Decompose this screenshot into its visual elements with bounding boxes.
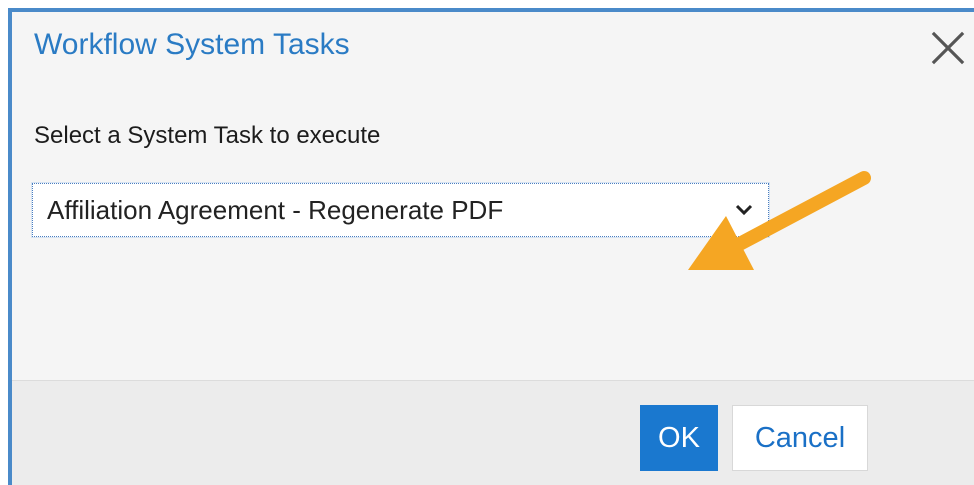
workflow-system-tasks-dialog: Workflow System Tasks Select a System Ta…: [8, 8, 974, 485]
close-button[interactable]: [928, 28, 974, 74]
dialog-title: Workflow System Tasks: [34, 28, 350, 61]
close-icon: [931, 31, 965, 65]
pointer-arrow-icon: [688, 171, 871, 270]
system-task-select[interactable]: Affiliation Agreement - Regenerate PDF: [31, 182, 770, 238]
dialog-footer: OK Cancel: [12, 380, 974, 485]
task-select-label: Select a System Task to execute: [34, 122, 381, 149]
dialog-body: Select a System Task to execute Affiliat…: [12, 92, 974, 380]
selected-task-value: Affiliation Agreement - Regenerate PDF: [47, 195, 504, 225]
cancel-button[interactable]: Cancel: [732, 405, 868, 471]
dialog-header: Workflow System Tasks: [12, 12, 974, 92]
ok-button[interactable]: OK: [640, 405, 718, 471]
